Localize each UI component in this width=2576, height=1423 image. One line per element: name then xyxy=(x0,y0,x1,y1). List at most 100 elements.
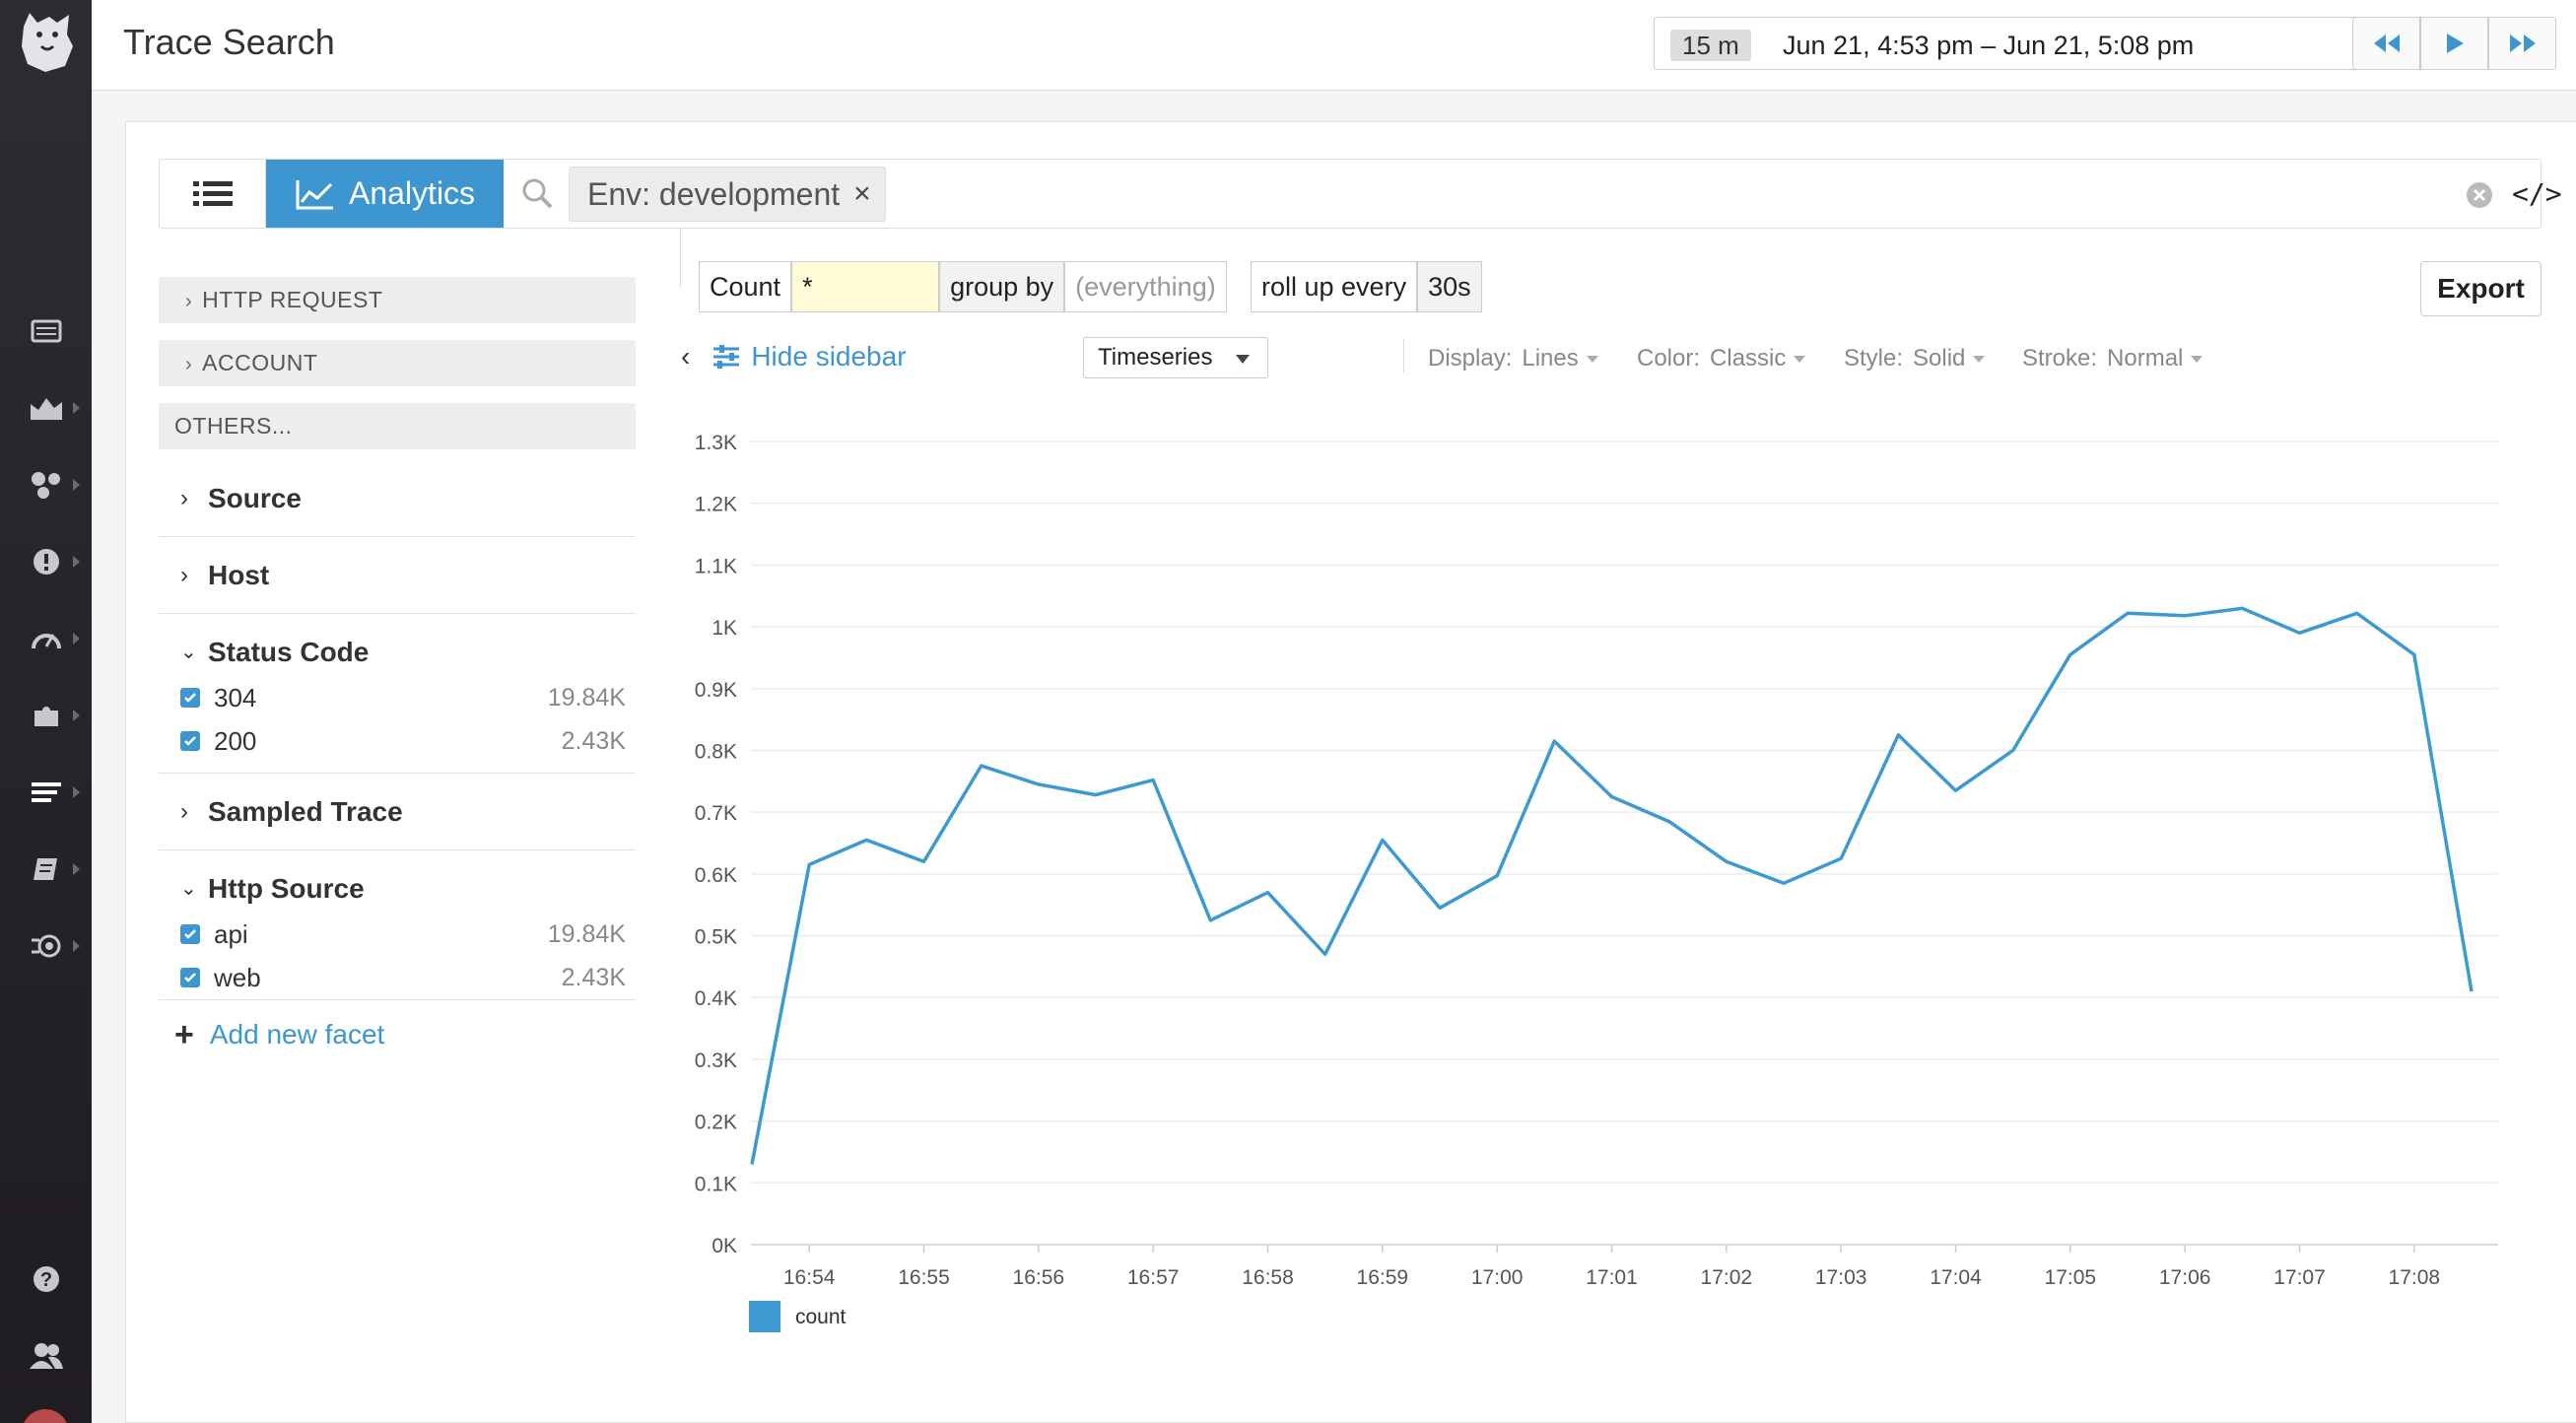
stroke-option[interactable]: Stroke: Normal xyxy=(2022,345,2203,373)
facet-header[interactable]: › Host xyxy=(180,537,636,613)
x-tick-label: 16:58 xyxy=(1242,1266,1294,1289)
list-icon xyxy=(192,180,233,206)
synthetics-icon[interactable] xyxy=(0,916,92,976)
caret-down-icon xyxy=(1794,356,1806,364)
aggregation-select[interactable]: Count xyxy=(699,261,792,312)
rollup-label: roll up every xyxy=(1251,261,1418,312)
facet-title: Host xyxy=(208,559,270,590)
datadog-logo[interactable] xyxy=(10,0,83,83)
chevron-right-icon: › xyxy=(180,484,188,511)
facet-value-row[interactable]: api 19.84K xyxy=(180,913,636,956)
rollup-interval-select[interactable]: 30s xyxy=(1417,261,1482,312)
notebook-icon[interactable] xyxy=(0,840,92,899)
close-icon[interactable]: × xyxy=(853,177,871,211)
facet-value-row[interactable]: web 2.43K xyxy=(180,956,636,999)
chevron-down-icon: ⌄ xyxy=(180,878,197,900)
query-measure: Count * group by (everything) xyxy=(699,261,1227,312)
facet-title: Status Code xyxy=(208,636,370,667)
display-option[interactable]: Display: Lines xyxy=(1428,345,1598,373)
x-tick-label: 17:02 xyxy=(1701,1266,1753,1289)
metrics-icon[interactable] xyxy=(0,378,92,438)
fast-forward-button[interactable] xyxy=(2488,17,2556,70)
viz-type-value: Timeseries xyxy=(1098,344,1213,371)
team-icon[interactable] xyxy=(0,1326,92,1386)
analytics-label: Analytics xyxy=(349,175,476,211)
legend-swatch xyxy=(749,1301,780,1332)
y-tick-label: 0.2K xyxy=(695,1112,737,1134)
y-tick-label: 1K xyxy=(712,617,737,640)
export-button[interactable]: Export xyxy=(2420,261,2542,316)
rewind-icon xyxy=(2373,34,2400,52)
add-facet-link[interactable]: + Add new facet xyxy=(159,1000,636,1069)
y-tick-label: 1.2K xyxy=(695,494,737,516)
x-tick-label: 17:07 xyxy=(2273,1266,2326,1289)
facet-group-others[interactable]: OTHERS... xyxy=(159,403,636,449)
y-tick-label: 0.7K xyxy=(695,802,737,825)
color-option[interactable]: Color: Classic xyxy=(1637,345,1806,373)
y-tick-label: 1.3K xyxy=(695,432,737,454)
facet-header[interactable]: › Source xyxy=(180,460,636,536)
fast-forward-icon xyxy=(2509,34,2536,52)
monitors-icon[interactable] xyxy=(0,532,92,591)
facet-value-label: api xyxy=(214,918,248,949)
chart-toolbar: ‹ Hide sidebar Timeseries Display: Lines … xyxy=(681,337,2553,380)
chevron-left-icon: ‹ xyxy=(681,341,691,372)
facet-status-code: ⌄ Status Code 304 19.84K 200 2.43K xyxy=(159,614,636,774)
x-tick-label: 16:57 xyxy=(1127,1266,1180,1289)
checkbox-checked-icon[interactable] xyxy=(180,688,200,708)
y-tick-label: 0.6K xyxy=(695,864,737,887)
facet-sidebar: › HTTP REQUEST › ACCOUNT OTHERS... › Source… xyxy=(159,277,636,1069)
clear-search-icon[interactable] xyxy=(2465,180,2494,215)
measure-field-input[interactable]: * xyxy=(791,261,940,312)
facet-group-http-request[interactable]: › HTTP REQUEST xyxy=(159,277,636,323)
puzzle-icon[interactable] xyxy=(0,686,92,745)
legend-label: count xyxy=(795,1306,847,1328)
tag-label: Env: development xyxy=(587,175,841,212)
facet-header[interactable]: › Sampled Trace xyxy=(180,774,636,849)
integrations-icon[interactable] xyxy=(0,455,92,514)
user-avatar[interactable] xyxy=(22,1409,69,1423)
checkbox-checked-icon[interactable] xyxy=(180,731,200,751)
left-nav: ? xyxy=(0,0,92,1423)
facet-title: Sampled Trace xyxy=(208,795,403,827)
facet-group-label: HTTP REQUEST xyxy=(202,287,383,312)
play-button[interactable] xyxy=(2420,17,2488,70)
group-by-select[interactable]: (everything) xyxy=(1064,261,1227,312)
facet-value-row[interactable]: 200 2.43K xyxy=(180,719,636,763)
style-label: Style: xyxy=(1844,345,1904,372)
chevron-down-icon xyxy=(1236,355,1250,364)
chevron-right-icon: › xyxy=(180,797,188,825)
facet-sampled-trace: › Sampled Trace xyxy=(159,774,636,850)
apm-gauge-icon[interactable] xyxy=(0,609,92,668)
viz-type-select[interactable]: Timeseries xyxy=(1083,337,1268,378)
style-option[interactable]: Style: Solid xyxy=(1844,345,1986,373)
dashboard-list-icon[interactable] xyxy=(0,302,92,361)
chevron-down-icon: ⌄ xyxy=(180,642,197,663)
y-tick-label: 0.9K xyxy=(695,679,737,702)
help-icon[interactable]: ? xyxy=(0,1250,92,1309)
line-chart-icon xyxy=(296,179,333,209)
facet-group-account[interactable]: › ACCOUNT xyxy=(159,340,636,386)
x-tick-label: 17:00 xyxy=(1471,1266,1524,1289)
time-range-picker[interactable]: 15 m Jun 21, 4:53 pm – Jun 21, 5:08 pm xyxy=(1654,17,2410,70)
facet-host: › Host xyxy=(159,537,636,614)
x-tick-label: 16:54 xyxy=(783,1266,836,1289)
display-value: Lines xyxy=(1522,345,1579,372)
checkbox-checked-icon[interactable] xyxy=(180,924,200,944)
checkbox-checked-icon[interactable] xyxy=(180,968,200,987)
display-label: Display: xyxy=(1428,345,1513,372)
analytics-view-button[interactable]: Analytics xyxy=(266,160,504,228)
time-span-badge: 15 m xyxy=(1670,30,1751,61)
list-view-button[interactable] xyxy=(160,160,266,228)
logs-icon[interactable] xyxy=(0,763,92,822)
rewind-button[interactable] xyxy=(2352,17,2420,70)
x-tick-label: 17:01 xyxy=(1586,1266,1638,1289)
x-tick-label: 17:06 xyxy=(2159,1266,2211,1289)
add-facet-label: Add new facet xyxy=(209,1019,385,1050)
code-icon[interactable]: </> xyxy=(2512,177,2562,210)
x-tick-label: 16:55 xyxy=(898,1266,950,1289)
env-filter-tag[interactable]: Env: development × xyxy=(569,167,886,222)
facet-value-count: 19.84K xyxy=(547,683,626,712)
facet-value-row[interactable]: 304 19.84K xyxy=(180,676,636,719)
hide-sidebar-toggle[interactable]: ‹ Hide sidebar xyxy=(681,341,907,373)
